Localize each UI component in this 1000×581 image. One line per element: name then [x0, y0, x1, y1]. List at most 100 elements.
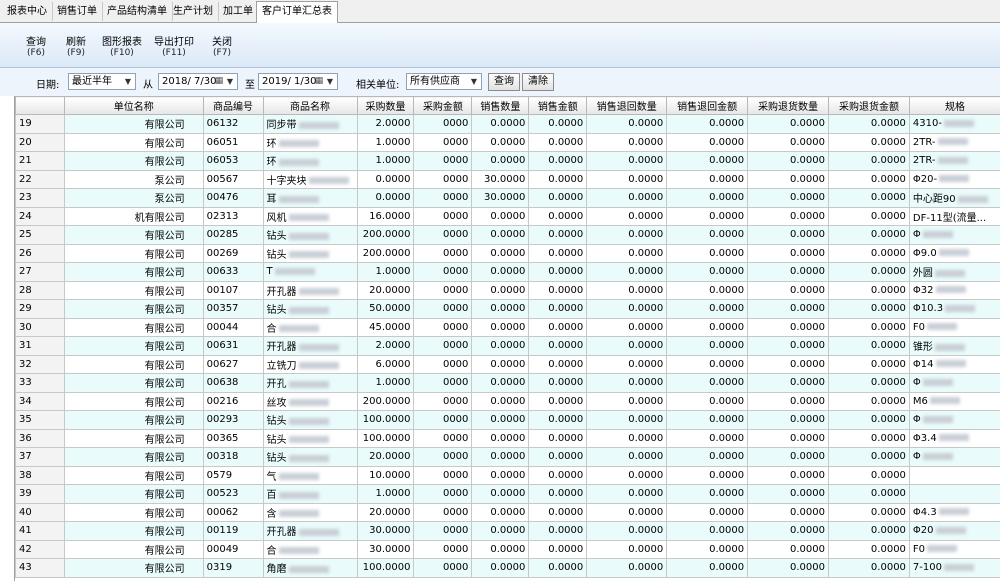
- close-button[interactable]: 关闭 (F7): [208, 37, 236, 59]
- cell-pq-text: 0.0000: [790, 118, 826, 130]
- cell-name-text: 钻头: [266, 453, 287, 465]
- column-header[interactable]: 销售退回数量: [586, 96, 668, 115]
- tab-work-order[interactable]: 加工单: [218, 2, 259, 21]
- column-header[interactable]: 采购数量: [356, 96, 415, 115]
- cell-a: 0000: [413, 484, 473, 504]
- table-row[interactable]: 40 有限公司 00062 含 20.0000 0000 0.0000 0.0000 0.000…: [15, 502, 1000, 522]
- column-header[interactable]: 单位名称: [63, 96, 204, 115]
- tab-report-center[interactable]: 报表中心: [2, 2, 53, 21]
- table-row[interactable]: 23 泵公司 00476 耳 0.0000 0000 30.0000 0.0000 0.0000…: [15, 188, 1000, 208]
- redacted-text: [945, 304, 976, 312]
- table-row[interactable]: 39 有限公司 00523 百 1.0000 0000 0.0000 0.0000 0.0000…: [15, 484, 1000, 504]
- table-row[interactable]: 42 有限公司 00049 合 30.0000 0000 0.0000 0.0000 0.000…: [15, 539, 1000, 559]
- column-header[interactable]: 销售金额: [528, 96, 588, 115]
- cell-code-text: 00627: [206, 358, 239, 370]
- filter-clear-button[interactable]: 清除: [522, 73, 554, 91]
- column-header[interactable]: 商品编号: [202, 96, 264, 115]
- table-row[interactable]: 25 有限公司 00285 钻头 200.0000 0000 0.0000 0.0000 0.0…: [15, 225, 1000, 245]
- cell-rq-text: 0.0000: [628, 321, 664, 333]
- cell-sa: 0.0000: [528, 188, 588, 208]
- table-row[interactable]: 35 有限公司 00293 钻头 100.0000 0000 0.0000 0.0000 0.0…: [15, 410, 1000, 430]
- cell-sq-text: 0.0000: [490, 155, 526, 167]
- export-print-button[interactable]: 导出打印 (F11): [150, 37, 198, 59]
- cell-sa-text: 0.0000: [548, 488, 584, 500]
- cell-code: 00567: [202, 169, 264, 189]
- column-header[interactable]: 规格: [908, 96, 1000, 115]
- cell-name-text: 开孔器: [266, 527, 297, 539]
- cell-sq-text: 0.0000: [490, 229, 526, 241]
- table-row[interactable]: 19 有限公司 06132 同步带 2.0000 0000 0.0000 0.0000 0.00…: [15, 114, 1000, 134]
- tab-sales-order[interactable]: 销售订单: [52, 2, 103, 21]
- cell-code-text: 00357: [206, 303, 239, 315]
- cell-code: 00627: [202, 354, 264, 374]
- cell-ra: 0.0000: [666, 354, 749, 374]
- cell-ra-text: 0.0000: [709, 377, 745, 389]
- cell-a-text: 0000: [442, 192, 469, 204]
- table-row[interactable]: 34 有限公司 00216 丝攻 200.0000 0000 0.0000 0.0000 0.0…: [15, 391, 1000, 411]
- cell-name-text: 立铣刀: [266, 360, 297, 372]
- cell-sa: 0.0000: [528, 539, 588, 559]
- table-row[interactable]: 37 有限公司 00318 钻头 20.0000 0000 0.0000 0.0000 0.00…: [15, 447, 1000, 467]
- table-row[interactable]: 33 有限公司 00638 开孔 1.0000 0000 0.0000 0.0000 0.000…: [15, 373, 1000, 393]
- cell-pq: 0.0000: [747, 280, 830, 300]
- table-row[interactable]: 22 泵公司 00567 十字夹块 0.0000 0000 30.0000 0.0000 0.0…: [15, 169, 1000, 189]
- cell-ra-text: 0.0000: [709, 210, 745, 222]
- table-row[interactable]: 43 有限公司 0319 角磨 100.0000 0000 0.0000 0.0000 0.00…: [15, 558, 1000, 578]
- cell-code-text: 00107: [206, 284, 239, 296]
- table-row[interactable]: 20 有限公司 06051 环 1.0000 0000 0.0000 0.0000 0.0000…: [15, 132, 1000, 152]
- cell-spec: 锥形: [908, 336, 1000, 356]
- cell-sa: 0.0000: [528, 262, 588, 282]
- date-range-select[interactable]: 最近半年 ▼: [68, 73, 136, 90]
- table-row[interactable]: 31 有限公司 00631 开孔器 2.0000 0000 0.0000 0.0000 0.00…: [15, 336, 1000, 356]
- table-row[interactable]: 36 有限公司 00365 钻头 100.0000 0000 0.0000 0.0000 0.0…: [15, 428, 1000, 448]
- column-header-index[interactable]: [15, 96, 65, 115]
- query-button[interactable]: 查询 (F6): [22, 37, 50, 59]
- table-row[interactable]: 26 有限公司 00269 钻头 200.0000 0000 0.0000 0.0000 0.0…: [15, 243, 1000, 263]
- table-row[interactable]: 30 有限公司 00044 合 45.0000 0000 0.0000 0.0000 0.000…: [15, 317, 1000, 337]
- cell-sa-text: 0.0000: [548, 303, 584, 315]
- cell-ra: 0.0000: [666, 428, 749, 448]
- cell-a: 0000: [413, 132, 473, 152]
- from-date-field[interactable]: 2018/ 7/30 ▦ ▼: [158, 73, 238, 90]
- table-row[interactable]: 29 有限公司 00357 钻头 50.0000 0000 0.0000 0.0000 0.00…: [15, 299, 1000, 319]
- cell-a-text: 0000: [442, 414, 469, 426]
- refresh-button[interactable]: 刷新 (F9): [62, 37, 90, 59]
- filter-query-button[interactable]: 查询: [488, 73, 520, 91]
- cell-spec-text: 2TR-: [912, 136, 936, 148]
- cell-pa: 0.0000: [828, 502, 910, 522]
- column-header[interactable]: 采购金额: [413, 96, 473, 115]
- cell-spec: M6: [908, 391, 1000, 411]
- cell-sq: 0.0000: [471, 317, 530, 337]
- column-header[interactable]: 采购退货金额: [828, 96, 910, 115]
- cell-pq-text: 0.0000: [790, 247, 826, 259]
- table-row[interactable]: 24 机有限公司 02313 风机 16.0000 0000 0.0000 0.0000 0.0…: [15, 206, 1000, 226]
- cell-sa-text: 0.0000: [548, 284, 584, 296]
- table-row[interactable]: 32 有限公司 00627 立铣刀 6.0000 0000 0.0000 0.0000 0.00…: [15, 354, 1000, 374]
- cell-pq: 0.0000: [747, 132, 830, 152]
- chart-report-button[interactable]: 图形报表 (F10): [98, 37, 146, 59]
- cell-sq: 0.0000: [471, 262, 530, 282]
- table-row[interactable]: 41 有限公司 00119 开孔器 30.0000 0000 0.0000 0.0000 0.0…: [15, 521, 1000, 541]
- cell-company-text: 有限公司: [144, 545, 185, 557]
- cell-company: 有限公司: [63, 484, 204, 504]
- tab-production-plan[interactable]: 生产计划: [168, 2, 219, 21]
- column-header[interactable]: 商品名称: [262, 96, 358, 115]
- cell-idx-text: 39: [19, 488, 32, 500]
- table-row[interactable]: 28 有限公司 00107 开孔器 20.0000 0000 0.0000 0.0000 0.0…: [15, 280, 1000, 300]
- tab-customer-order-summary[interactable]: 客户订单汇总表: [256, 1, 338, 24]
- cell-spec-text: Φ: [912, 451, 921, 463]
- to-date-field[interactable]: 2019/ 1/30 ▦ ▼: [258, 73, 338, 90]
- tab-bom[interactable]: 产品结构清单: [102, 2, 173, 21]
- column-header[interactable]: 采购退货数量: [747, 96, 830, 115]
- table-row[interactable]: 21 有限公司 06053 环 1.0000 0000 0.0000 0.0000 0.0000…: [15, 151, 1000, 171]
- table-row[interactable]: 27 有限公司 00633 T 1.0000 0000 0.0000 0.0000 0.0000…: [15, 262, 1000, 282]
- cell-pa: 0.0000: [828, 262, 910, 282]
- table-row[interactable]: 38 有限公司 0579 气 10.0000 0000 0.0000 0.0000 0.0000…: [15, 465, 1000, 485]
- related-unit-select[interactable]: 所有供应商 ▼: [406, 73, 482, 90]
- cell-rq: 0.0000: [586, 484, 668, 504]
- column-header[interactable]: 销售数量: [471, 96, 530, 115]
- cell-pq: 0.0000: [747, 336, 830, 356]
- cell-rq: 0.0000: [586, 188, 668, 208]
- column-header[interactable]: 销售退回金额: [666, 96, 749, 115]
- cell-sq: 0.0000: [471, 484, 530, 504]
